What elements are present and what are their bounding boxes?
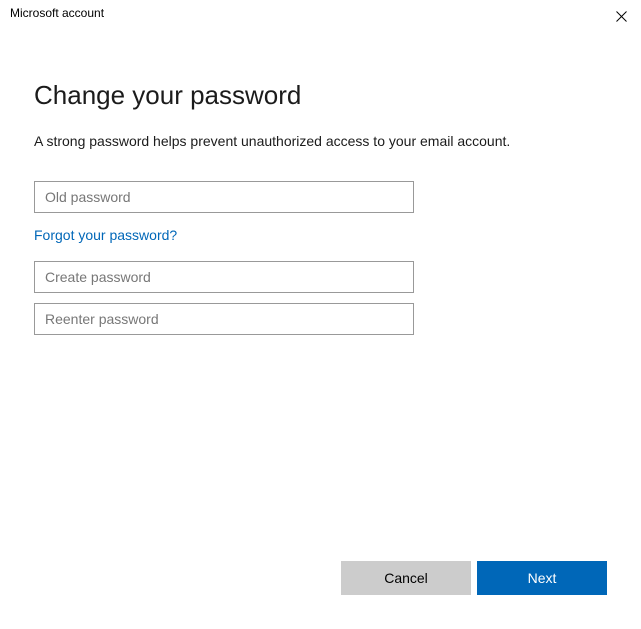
title-bar: Microsoft account [0,0,641,30]
window-title: Microsoft account [10,6,104,20]
page-subtext: A strong password helps prevent unauthor… [34,133,607,149]
create-password-input[interactable] [34,261,414,293]
next-button[interactable]: Next [477,561,607,595]
close-icon [616,11,627,22]
old-password-input[interactable] [34,181,414,213]
close-button[interactable] [611,6,631,26]
reenter-password-input[interactable] [34,303,414,335]
forgot-password-link[interactable]: Forgot your password? [34,227,177,243]
page-heading: Change your password [34,80,607,111]
cancel-button[interactable]: Cancel [341,561,471,595]
content-area: Change your password A strong password h… [0,30,641,335]
footer-buttons: Cancel Next [341,561,607,595]
